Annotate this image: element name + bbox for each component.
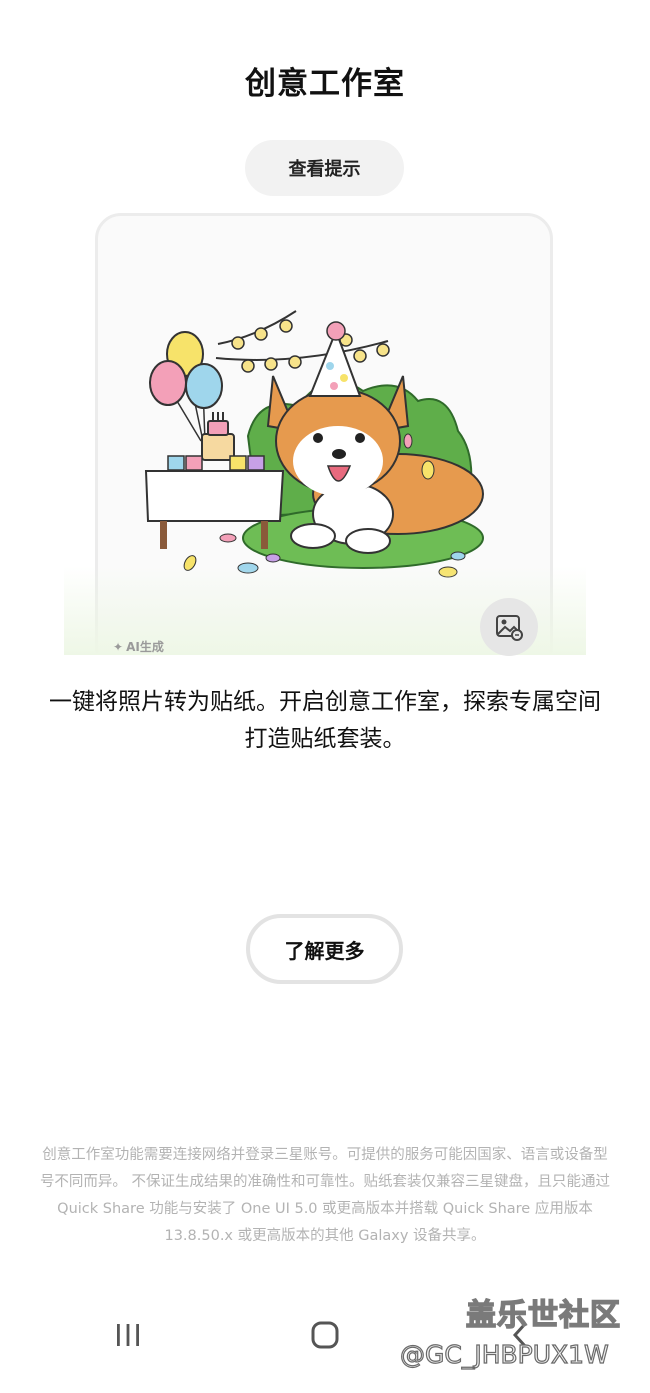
learn-more-button[interactable]: 了解更多 — [246, 914, 403, 984]
section-divider — [0, 655, 650, 685]
recent-apps-button[interactable] — [108, 1315, 148, 1355]
home-icon — [311, 1321, 339, 1349]
recent-apps-icon — [117, 1324, 139, 1346]
user-id-watermark: @GC_JHBPUX1W — [399, 1339, 609, 1369]
page-title: 创意工作室 — [245, 66, 405, 102]
gallery-icon — [496, 615, 523, 641]
feature-description: 一键将照片转为贴纸。开启创意工作室，探索专属空间打造贴纸套装。 — [49, 689, 601, 752]
birthday-corgi-illustration — [144, 310, 484, 578]
ai-generated-label: ✦ AI生成 — [113, 639, 164, 655]
community-watermark: 盖乐世社区 — [465, 1297, 621, 1334]
disclaimer-text: 创意工作室功能需要连接网络并登录三星账号。可提供的服务可能因国家、语言或设备型号… — [39, 1147, 611, 1244]
sparkle-icon: ✦ — [113, 639, 124, 654]
view-tips-button[interactable]: 查看提示 — [245, 140, 404, 196]
preview-card — [95, 213, 553, 673]
home-button[interactable] — [305, 1315, 345, 1355]
gallery-button[interactable] — [480, 598, 538, 656]
